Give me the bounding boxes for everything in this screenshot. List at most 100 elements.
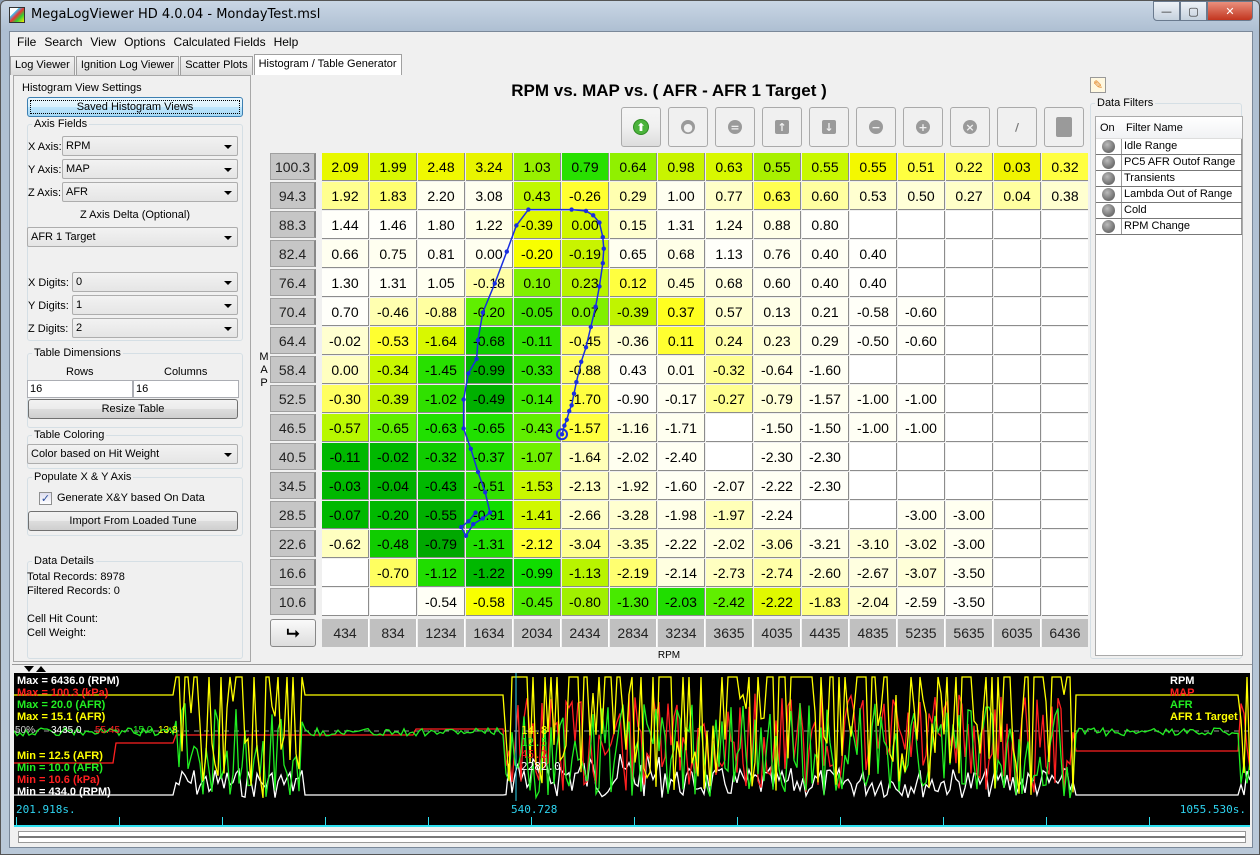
table-cell[interactable]: -1.57 (562, 414, 609, 442)
x-axis-header[interactable]: 434 (322, 619, 369, 647)
table-cell[interactable]: -0.20 (466, 298, 513, 326)
toolbar-button-x[interactable]: × (950, 107, 990, 147)
table-cell[interactable]: -0.26 (562, 182, 609, 210)
table-cell[interactable]: -3.06 (754, 530, 801, 558)
table-cell[interactable]: -2.59 (898, 588, 945, 616)
table-cell[interactable] (994, 298, 1041, 326)
col-filter-name-header[interactable]: Filter Name (1122, 117, 1187, 138)
table-cell[interactable]: 0.53 (850, 182, 897, 210)
table-cell[interactable]: -1.30 (610, 588, 657, 616)
table-cell[interactable]: -0.19 (562, 240, 609, 268)
table-cell[interactable]: -2.03 (658, 588, 705, 616)
table-cell[interactable]: -0.18 (466, 269, 513, 297)
resize-table-button[interactable]: Resize Table (28, 399, 238, 419)
table-cell[interactable]: -1.57 (802, 385, 849, 413)
table-cell[interactable] (898, 356, 945, 384)
table-cell[interactable]: -2.04 (850, 588, 897, 616)
x-axis-header[interactable]: 3234 (658, 619, 705, 647)
table-cell[interactable] (1042, 298, 1089, 326)
table-cell[interactable]: -0.79 (418, 530, 465, 558)
x-axis-select[interactable]: RPM (62, 136, 238, 156)
table-cell[interactable]: -0.49 (466, 385, 513, 413)
tab-ignition-log-viewer[interactable]: Ignition Log Viewer (75, 56, 180, 75)
table-cell[interactable]: -0.90 (610, 385, 657, 413)
table-cell[interactable]: -0.68 (466, 327, 513, 355)
table-cell[interactable]: -3.28 (610, 501, 657, 529)
filter-row[interactable]: Idle Range (1096, 139, 1242, 155)
z-axis-select[interactable]: AFR (62, 182, 238, 202)
table-cell[interactable]: 2.20 (418, 182, 465, 210)
y-axis-header[interactable]: 70.4 (270, 298, 316, 325)
table-cell[interactable]: -0.02 (322, 327, 369, 355)
table-cell[interactable]: 0.75 (370, 240, 417, 268)
table-cell[interactable]: -1.12 (418, 559, 465, 587)
table-cell[interactable] (994, 559, 1041, 587)
table-cell[interactable]: -0.17 (658, 385, 705, 413)
table-cell[interactable]: -1.92 (610, 472, 657, 500)
table-cell[interactable]: 0.03 (994, 153, 1041, 181)
x-axis-header[interactable]: 4035 (754, 619, 801, 647)
table-cell[interactable]: -2.60 (802, 559, 849, 587)
table-cell[interactable]: 0.24 (706, 327, 753, 355)
table-cell[interactable]: -2.67 (850, 559, 897, 587)
table-cell[interactable]: 1.05 (418, 269, 465, 297)
y-axis-header[interactable]: 88.3 (270, 211, 316, 238)
saved-histogram-views-button[interactable]: Saved Histogram Views (27, 97, 243, 117)
table-cell[interactable]: 0.51 (898, 153, 945, 181)
table-cell[interactable]: -0.62 (322, 530, 369, 558)
table-cell[interactable]: 0.23 (562, 269, 609, 297)
table-cell[interactable]: -0.46 (370, 298, 417, 326)
filter-row[interactable]: Lambda Out of Range (1096, 187, 1242, 203)
table-cell[interactable]: -3.00 (946, 501, 993, 529)
table-cell[interactable] (994, 501, 1041, 529)
y-axis-header[interactable]: 40.5 (270, 443, 316, 470)
x-axis-header[interactable]: 6035 (994, 619, 1041, 647)
table-cell[interactable]: 0.23 (754, 327, 801, 355)
x-axis-header[interactable]: 1234 (418, 619, 465, 647)
table-cell[interactable]: 0.63 (754, 182, 801, 210)
y-axis-select[interactable]: MAP (62, 159, 238, 179)
menu-file[interactable]: File (13, 35, 40, 49)
y-axis-header[interactable]: 82.4 (270, 240, 316, 267)
table-cell[interactable]: 2.09 (322, 153, 369, 181)
table-cell[interactable]: -1.45 (418, 356, 465, 384)
rows-input[interactable]: 16 (27, 380, 133, 398)
table-cell[interactable]: 0.27 (946, 182, 993, 210)
table-cell[interactable]: -0.33 (514, 356, 561, 384)
table-cell[interactable]: 0.04 (994, 182, 1041, 210)
table-cell[interactable]: -2.73 (706, 559, 753, 587)
table-cell[interactable]: -2.66 (562, 501, 609, 529)
table-cell[interactable] (1042, 443, 1089, 471)
table-cell[interactable]: -0.11 (514, 327, 561, 355)
maximize-button[interactable]: ▢ (1180, 1, 1207, 21)
table-cell[interactable]: 0.11 (658, 327, 705, 355)
table-cell[interactable] (946, 385, 993, 413)
table-cell[interactable] (898, 472, 945, 500)
table-cell[interactable] (946, 269, 993, 297)
table-cell[interactable]: 0.00 (466, 240, 513, 268)
table-cell[interactable]: -0.65 (370, 414, 417, 442)
y-digits-select[interactable]: 1 (72, 295, 238, 315)
table-cell[interactable]: 0.57 (706, 298, 753, 326)
table-cell[interactable]: -1.98 (658, 501, 705, 529)
table-cell[interactable]: -0.11 (322, 443, 369, 471)
table-cell[interactable]: -1.16 (610, 414, 657, 442)
table-cell[interactable] (1042, 385, 1089, 413)
table-cell[interactable]: 0.77 (706, 182, 753, 210)
table-cell[interactable] (994, 385, 1041, 413)
table-cell[interactable]: 1.13 (706, 240, 753, 268)
table-cell[interactable]: 3.24 (466, 153, 513, 181)
table-cell[interactable]: -0.60 (898, 298, 945, 326)
table-cell[interactable]: 1.46 (370, 211, 417, 239)
table-cell[interactable]: -3.35 (610, 530, 657, 558)
tab-scatter-plots[interactable]: Scatter Plots (180, 56, 253, 75)
table-cell[interactable]: 0.29 (802, 327, 849, 355)
table-cell[interactable]: -0.99 (514, 559, 561, 587)
table-cell[interactable]: -2.40 (658, 443, 705, 471)
table-cell[interactable]: -2.14 (658, 559, 705, 587)
table-cell[interactable]: 1.24 (706, 211, 753, 239)
table-cell[interactable]: -0.20 (514, 240, 561, 268)
table-cell[interactable]: -1.71 (658, 414, 705, 442)
table-cell[interactable]: -1.00 (850, 385, 897, 413)
table-cell[interactable] (1042, 211, 1089, 239)
